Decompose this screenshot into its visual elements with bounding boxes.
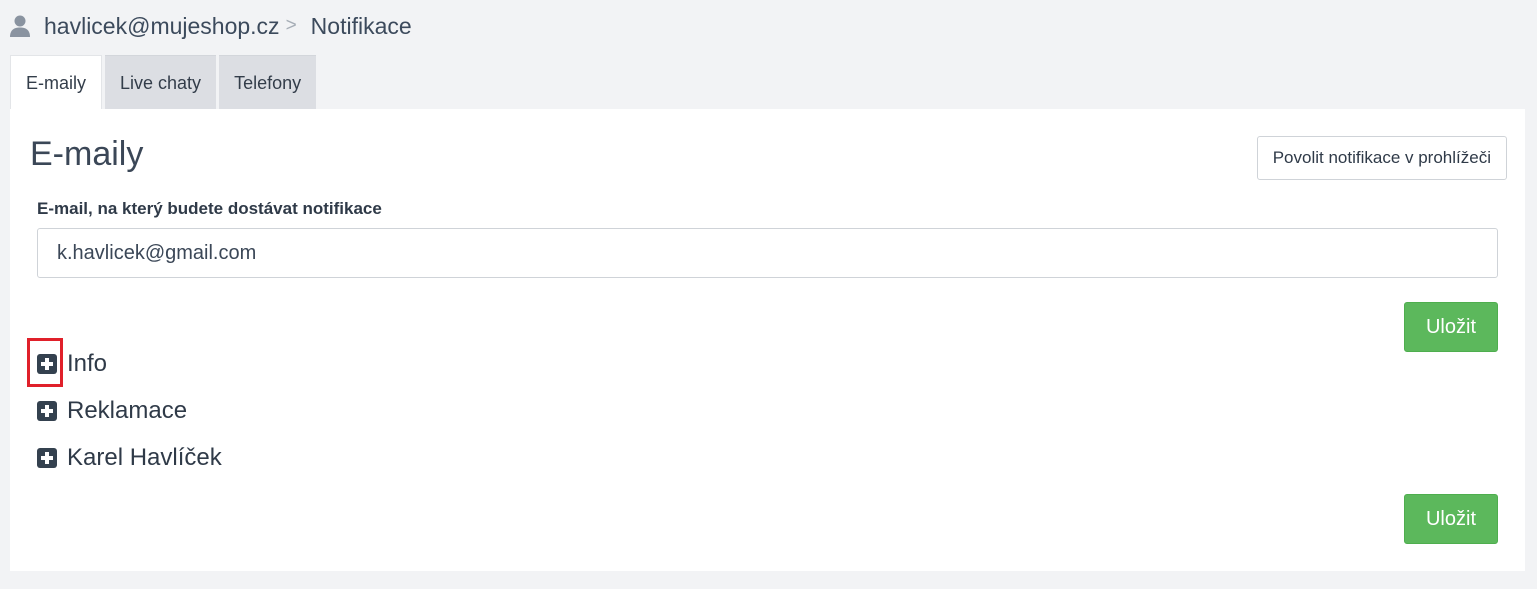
group-label: Info bbox=[67, 350, 108, 377]
tab-bar: E-maily Live chaty Telefony bbox=[10, 55, 319, 110]
plus-square-icon[interactable] bbox=[37, 448, 57, 468]
group-info[interactable]: Info bbox=[37, 349, 107, 379]
group-karel-havlicek[interactable]: Karel Havlíček bbox=[37, 443, 222, 473]
tab-emails[interactable]: E-maily bbox=[10, 55, 103, 110]
breadcrumb-current: Notifikace bbox=[310, 12, 412, 39]
email-field[interactable] bbox=[37, 228, 1498, 278]
breadcrumb-separator: > bbox=[285, 15, 297, 36]
tab-phones[interactable]: Telefony bbox=[219, 55, 317, 110]
tab-live-chats[interactable]: Live chaty bbox=[105, 55, 217, 110]
breadcrumb: havlicek@mujeshop.cz > Notifikace bbox=[10, 10, 412, 42]
save-button-bottom[interactable]: Uložit bbox=[1404, 494, 1498, 544]
plus-square-icon[interactable] bbox=[37, 354, 57, 374]
user-icon bbox=[10, 15, 30, 37]
plus-square-icon[interactable] bbox=[37, 401, 57, 421]
enable-browser-notifications-button[interactable]: Povolit notifikace v prohlížeči bbox=[1256, 136, 1507, 180]
save-button-top[interactable]: Uložit bbox=[1404, 302, 1498, 352]
group-label: Reklamace bbox=[67, 397, 188, 424]
group-label: Karel Havlíček bbox=[67, 444, 222, 471]
group-reklamace[interactable]: Reklamace bbox=[37, 396, 187, 426]
panel-title: E-maily bbox=[30, 135, 144, 173]
emails-panel: E-maily Povolit notifikace v prohlížeči … bbox=[10, 109, 1525, 571]
breadcrumb-account[interactable]: havlicek@mujeshop.cz bbox=[44, 13, 280, 40]
email-field-label: E-mail, na který budete dostávat notifik… bbox=[37, 199, 382, 218]
